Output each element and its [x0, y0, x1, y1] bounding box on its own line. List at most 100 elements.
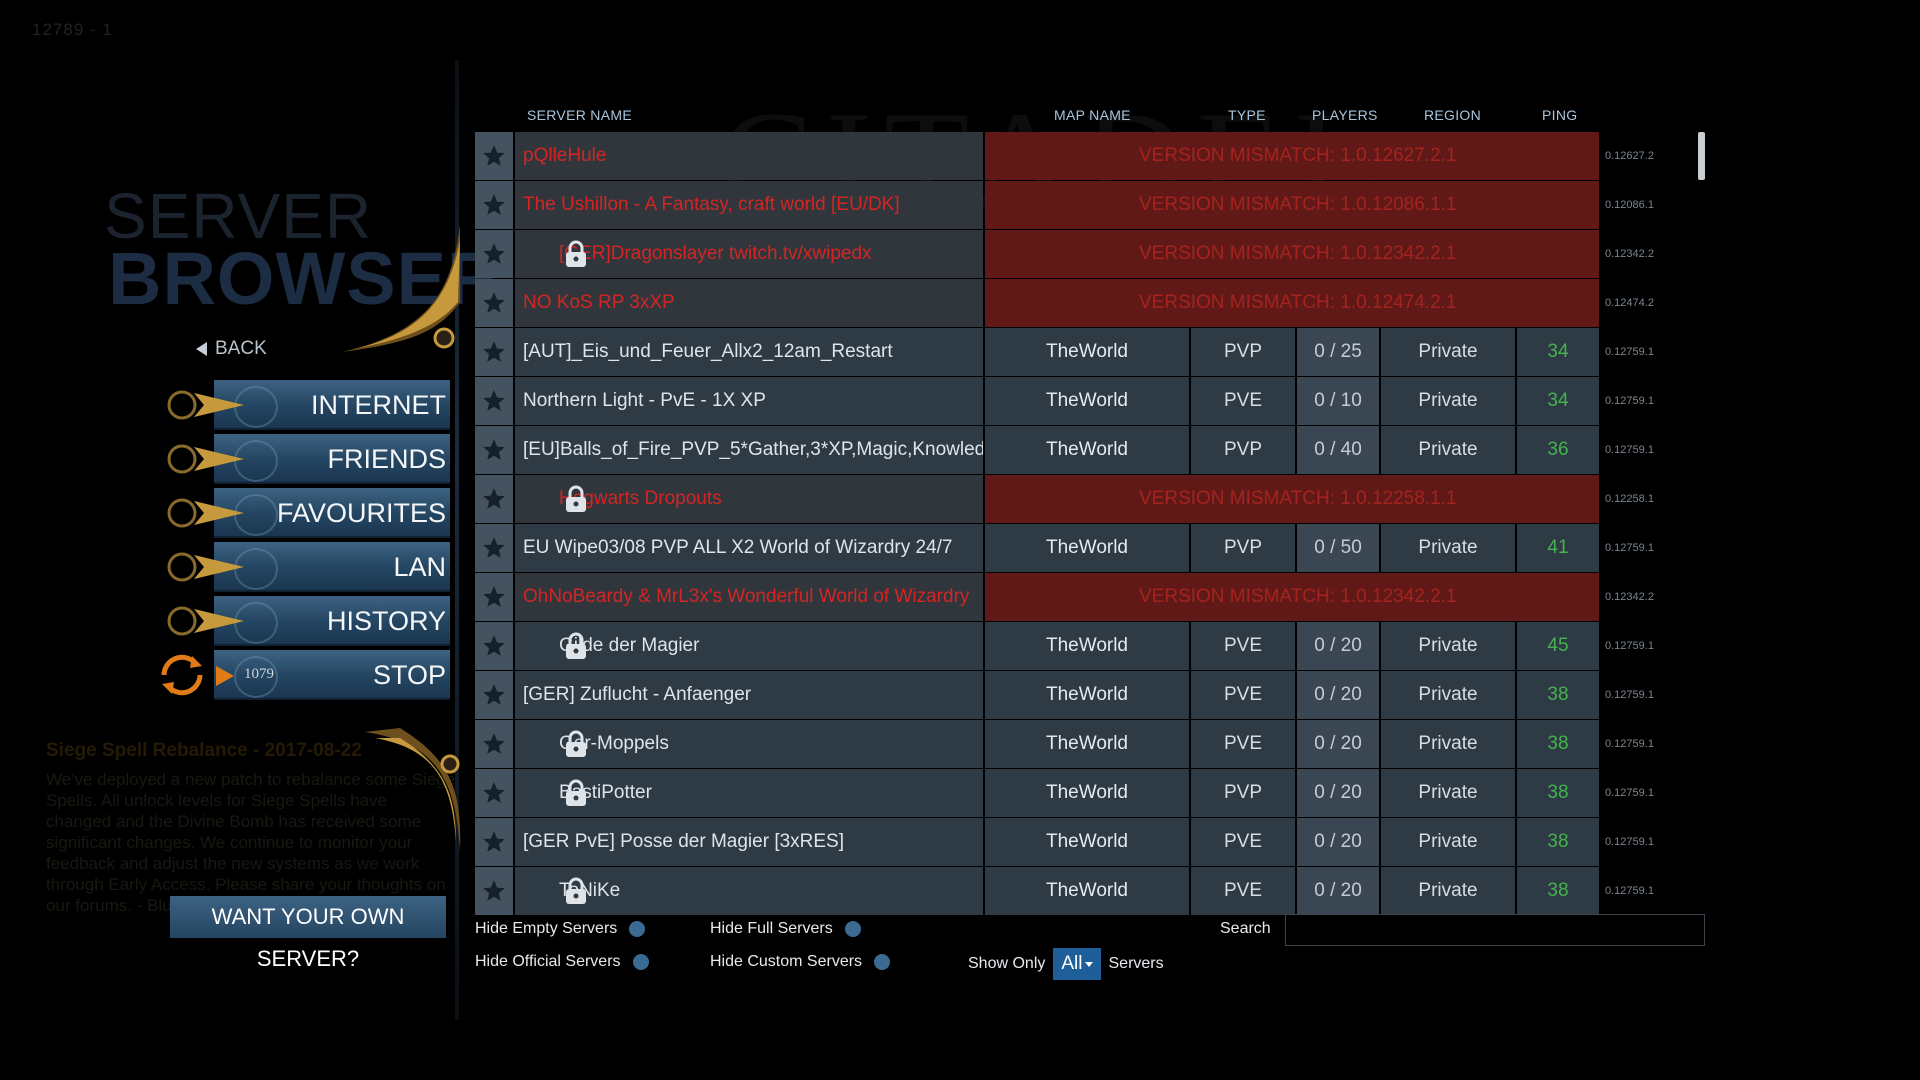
favourite-button[interactable] — [475, 328, 513, 376]
favourite-button[interactable] — [475, 475, 513, 523]
server-version: 0.12627.2 — [1605, 150, 1654, 162]
favourite-star-icon[interactable] — [481, 535, 507, 561]
server-row[interactable]: BastiPotter TheWorld PVP 0 / 20 Private 38 — [475, 769, 1599, 817]
map-name-cell: TheWorld — [985, 818, 1189, 866]
favourite-star-icon[interactable] — [481, 339, 507, 365]
server-row[interactable]: Northern Light - PvE - 1X XP TheWorld PVE 0… — [475, 377, 1599, 425]
nav-favourites[interactable]: FAVOURITES — [150, 488, 454, 538]
ping-cell: 38 — [1517, 720, 1599, 768]
nav-friends[interactable]: FRIENDS — [150, 434, 454, 484]
hide-official-toggle[interactable]: Hide Official Servers — [475, 953, 649, 971]
search-label: Search — [1220, 920, 1271, 937]
header-map-name[interactable]: MAP NAME — [1054, 107, 1131, 123]
favourite-button[interactable] — [475, 622, 513, 670]
server-row[interactable]: Ger-Moppels TheWorld PVE 0 / 20 Private 38 — [475, 720, 1599, 768]
server-name-cell: BastiPotter — [515, 769, 983, 817]
type-cell: PVE — [1191, 867, 1295, 915]
version-mismatch-cell: VERSION MISMATCH: 1.0.12342.2.1 — [985, 573, 1599, 621]
header-players[interactable]: PLAYERS — [1312, 107, 1378, 123]
server-row[interactable]: [GER PvE] Posse der Magier [3xRES] TheWor… — [475, 818, 1599, 866]
nav-label: INTERNET — [311, 390, 446, 420]
gold-emblem-icon — [160, 599, 244, 643]
server-row[interactable]: [AUT]_Eis_und_Feuer_Allx2_12am_Restart Th… — [475, 328, 1599, 376]
favourite-button[interactable] — [475, 181, 513, 229]
favourite-button[interactable] — [475, 230, 513, 278]
toggle-dot-icon[interactable] — [874, 954, 891, 970]
favourite-star-icon[interactable] — [481, 584, 507, 610]
favourite-button[interactable] — [475, 818, 513, 866]
lock-icon — [566, 240, 586, 267]
scrollbar-thumb[interactable] — [1698, 132, 1705, 180]
server-row[interactable]: ToNiKe TheWorld PVE 0 / 20 Private 38 — [475, 867, 1599, 915]
favourite-button[interactable] — [475, 377, 513, 425]
favourite-star-icon[interactable] — [481, 780, 507, 806]
show-only-select[interactable]: All — [1053, 948, 1101, 980]
favourite-button[interactable] — [475, 524, 513, 572]
favourite-star-icon[interactable] — [481, 878, 507, 904]
back-button[interactable]: BACK — [196, 338, 267, 360]
favourite-star-icon[interactable] — [481, 437, 507, 463]
nav-stop[interactable]: 1079 STOP — [150, 650, 454, 700]
nav-lan[interactable]: LAN — [150, 542, 454, 592]
nav-label: HISTORY — [326, 606, 446, 636]
own-server-button[interactable]: WANT YOUR OWN SERVER? — [170, 896, 446, 971]
favourite-star-icon[interactable] — [481, 486, 507, 512]
nav-label: LAN — [393, 552, 446, 582]
toggle-dot-icon[interactable] — [632, 954, 649, 970]
nav-history[interactable]: HISTORY — [150, 596, 454, 646]
header-type[interactable]: TYPE — [1228, 107, 1266, 123]
favourite-star-icon[interactable] — [481, 682, 507, 708]
search-input[interactable] — [1285, 914, 1705, 946]
server-version: 0.12759.1 — [1605, 542, 1654, 554]
toggle-dot-icon[interactable] — [844, 921, 861, 937]
favourite-button[interactable] — [475, 769, 513, 817]
favourite-button[interactable] — [475, 426, 513, 474]
favourite-star-icon[interactable] — [481, 829, 507, 855]
server-row[interactable]: [GER] Zuflucht - Anfaenger TheWorld PVE 0 /… — [475, 671, 1599, 719]
server-row[interactable]: NO KoS RP 3xXP VERSION MISMATCH: 1.0.1247… — [475, 279, 1599, 327]
favourite-button[interactable] — [475, 573, 513, 621]
dropdown-caret-icon — [1084, 961, 1093, 967]
nav-label: FRIENDS — [327, 444, 446, 474]
server-row[interactable]: pQlleHule VERSION MISMATCH: 1.0.12627.2.1 — [475, 132, 1599, 180]
header-region[interactable]: REGION — [1424, 107, 1481, 123]
region-cell: Private — [1381, 671, 1515, 719]
favourite-star-icon[interactable] — [481, 731, 507, 757]
server-row[interactable]: Hogwarts Dropouts VERSION MISMATCH: 1.0.1… — [475, 475, 1599, 523]
favourite-button[interactable] — [475, 671, 513, 719]
favourite-star-icon[interactable] — [481, 388, 507, 414]
server-row[interactable]: EU Wipe03/08 PVP ALL X2 World of Wizardr… — [475, 524, 1599, 572]
favourite-button[interactable] — [475, 279, 513, 327]
server-row[interactable]: [GER]Dragonslayer twitch.tv/xwipedx VERSI… — [475, 230, 1599, 278]
favourite-button[interactable] — [475, 720, 513, 768]
header-ping[interactable]: PING — [1542, 107, 1577, 123]
favourite-button[interactable] — [475, 867, 513, 915]
server-name: [GER] Zuflucht - Anfaenger — [523, 684, 752, 705]
gold-ornament-bottom — [365, 728, 461, 852]
favourite-star-icon[interactable] — [481, 143, 507, 169]
hide-full-label: Hide Full Servers — [710, 920, 833, 937]
show-only-filter: Show Only All Servers — [968, 948, 1164, 980]
show-only-value: All — [1061, 953, 1083, 974]
type-cell: PVE — [1191, 720, 1295, 768]
hide-official-label: Hide Official Servers — [475, 953, 621, 970]
server-version: 0.12474.2 — [1605, 297, 1654, 309]
hide-empty-toggle[interactable]: Hide Empty Servers — [475, 920, 646, 938]
type-cell: PVE — [1191, 377, 1295, 425]
server-row[interactable]: The Ushillon - A Fantasy, craft world [E… — [475, 181, 1599, 229]
hide-custom-toggle[interactable]: Hide Custom Servers — [710, 953, 891, 971]
favourite-star-icon[interactable] — [481, 241, 507, 267]
nav-internet[interactable]: INTERNET — [150, 380, 454, 430]
header-server-name[interactable]: SERVER NAME — [527, 107, 632, 123]
favourite-star-icon[interactable] — [481, 192, 507, 218]
favourite-star-icon[interactable] — [481, 290, 507, 316]
server-row[interactable]: [EU]Balls_of_Fire_PVP_5*Gather,3*XP,Magi… — [475, 426, 1599, 474]
favourite-star-icon[interactable] — [481, 633, 507, 659]
server-version: 0.12759.1 — [1605, 787, 1654, 799]
hide-full-toggle[interactable]: Hide Full Servers — [710, 920, 861, 938]
favourite-button[interactable] — [475, 132, 513, 180]
server-name-cell: The Ushillon - A Fantasy, craft world [E… — [515, 181, 983, 229]
server-row[interactable]: OhNoBeardy & MrL3x's Wonderful World of … — [475, 573, 1599, 621]
server-row[interactable]: Gilde der Magier TheWorld PVE 0 / 20 Private… — [475, 622, 1599, 670]
toggle-dot-icon[interactable] — [629, 921, 646, 937]
